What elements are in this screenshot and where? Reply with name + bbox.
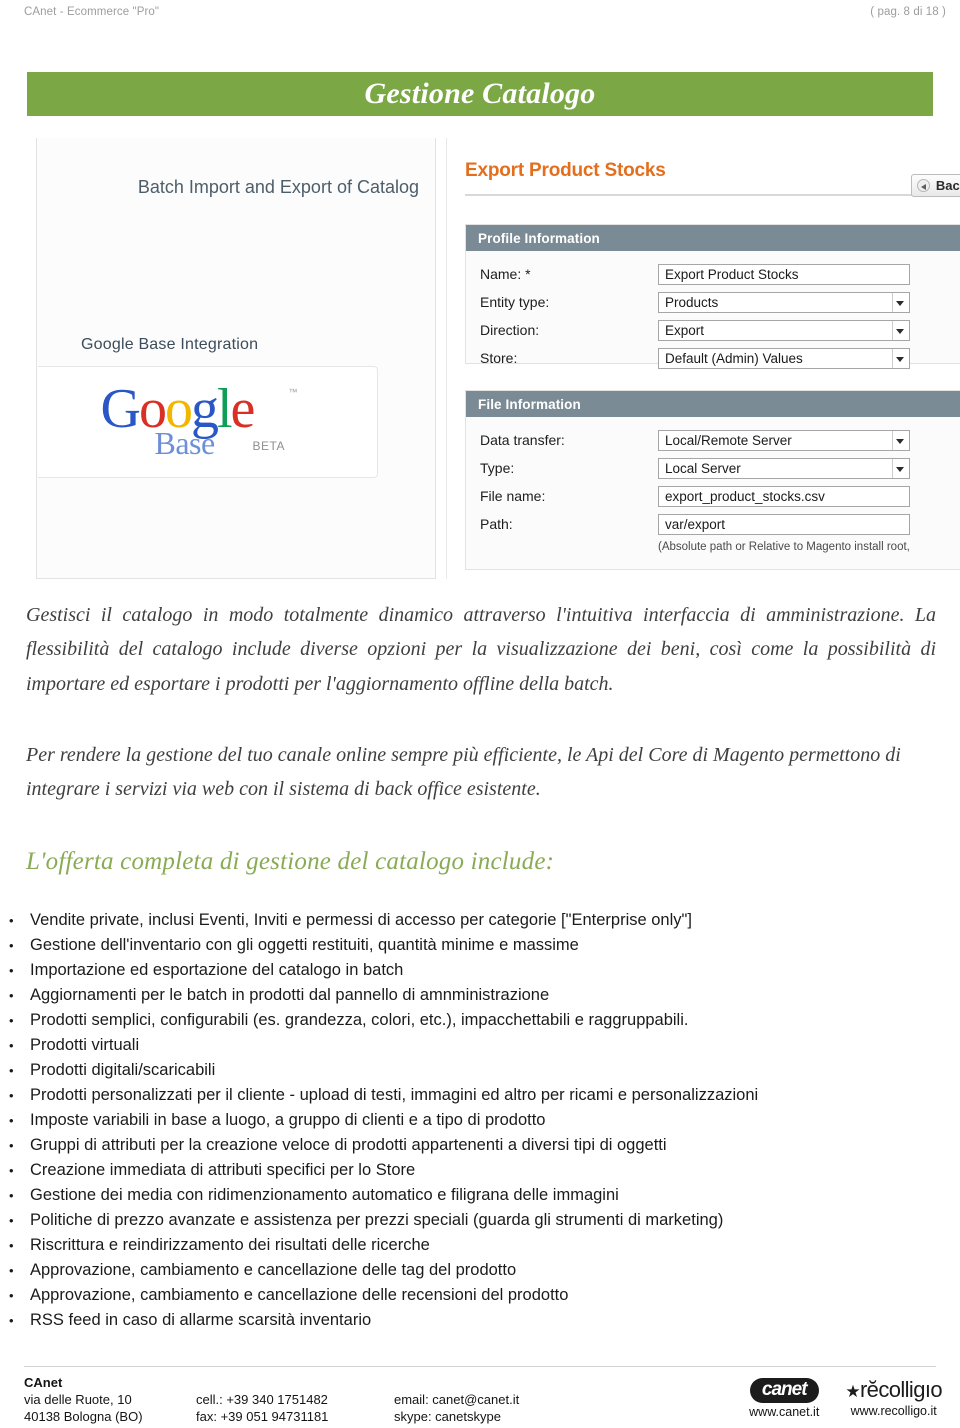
screenshot-left-panel: Batch Import and Export of Catalog Googl… bbox=[36, 138, 436, 579]
canet-logo-block[interactable]: canet www.canet.it bbox=[749, 1378, 819, 1419]
list-item: Prodotti personalizzati per il cliente -… bbox=[6, 1083, 936, 1108]
google-letter-g1: G bbox=[100, 378, 141, 440]
recolligo-website-url[interactable]: www.recolligo.it bbox=[845, 1404, 942, 1418]
select-entity-type[interactable]: Products bbox=[658, 291, 910, 313]
page-running-header: CAnet - Ecommerce "Pro" ( pag. 8 di 18 ) bbox=[0, 6, 960, 26]
list-item: Riscrittura e reindirizzamento dei risul… bbox=[6, 1233, 936, 1258]
field-row-path: Path: var/export bbox=[466, 510, 960, 538]
magento-page-header: Export Product Stocks Back bbox=[465, 160, 960, 202]
list-item: Vendite private, inclusi Eventi, Inviti … bbox=[6, 908, 936, 933]
footer-email: email: canet@canet.it bbox=[394, 1392, 520, 1407]
star-icon: ★ bbox=[845, 1382, 860, 1401]
recolligo-wordmark: rĕcolligıo bbox=[859, 1377, 943, 1402]
file-information-panel: File Information Data transfer: Local/Re… bbox=[465, 390, 960, 570]
field-row-store: Store: Default (Admin) Values bbox=[466, 344, 960, 372]
field-row-name: Name: * Export Product Stocks bbox=[466, 260, 960, 288]
list-item: Prodotti semplici, configurabili (es. gr… bbox=[6, 1008, 936, 1033]
footer-divider bbox=[24, 1366, 936, 1367]
label-name: Name: * bbox=[480, 266, 531, 282]
footer-address-line-1: via delle Ruote, 10 bbox=[24, 1392, 132, 1407]
list-item: Prodotti digitali/scaricabili bbox=[6, 1058, 936, 1083]
list-item: Gestione dell'inventario con gli oggetti… bbox=[6, 933, 936, 958]
list-item: Approvazione, cambiamento e cancellazion… bbox=[6, 1283, 936, 1308]
magento-page-title: Export Product Stocks bbox=[465, 160, 666, 181]
footer-skype: skype: canetskype bbox=[394, 1409, 501, 1424]
recolligo-logo: ★rĕcolligıo bbox=[845, 1377, 943, 1402]
page-title: Gestione Catalogo bbox=[364, 77, 596, 110]
list-item: Prodotti virtuali bbox=[6, 1033, 936, 1058]
label-path: Path: bbox=[480, 516, 513, 532]
header-page-number: ( pag. 8 di 18 ) bbox=[870, 6, 946, 18]
label-data-transfer: Data transfer: bbox=[480, 432, 565, 448]
select-direction[interactable]: Export bbox=[658, 319, 910, 341]
input-name[interactable]: Export Product Stocks bbox=[658, 263, 910, 285]
select-type[interactable]: Local Server bbox=[658, 457, 910, 479]
select-data-transfer[interactable]: Local/Remote Server bbox=[658, 429, 910, 451]
list-item: Gruppi di attributi per la creazione vel… bbox=[6, 1133, 936, 1158]
profile-information-panel: Profile Information Name: * Export Produ… bbox=[465, 224, 960, 369]
header-divider bbox=[465, 194, 960, 196]
caption-google-base-integration: Google Base Integration bbox=[81, 336, 259, 353]
google-base-logo: Google Base BETA ™ bbox=[93, 379, 323, 465]
google-letter-l: l bbox=[216, 378, 233, 440]
intro-paragraph-1: Gestisci il catalogo in modo totalmente … bbox=[26, 604, 936, 695]
page-footer: CAnet via delle Ruote, 10 40138 Bologna … bbox=[24, 1374, 943, 1428]
google-letter-e: e bbox=[230, 378, 256, 440]
google-base-word: Base bbox=[154, 425, 216, 461]
select-store[interactable]: Default (Admin) Values bbox=[658, 347, 910, 369]
profile-panel-body: Name: * Export Product Stocks Entity typ… bbox=[466, 251, 960, 372]
file-panel-body: Data transfer: Local/Remote Server Type:… bbox=[466, 417, 960, 553]
screenshot-right-panel: Export Product Stocks Back Profile Infor… bbox=[446, 138, 960, 579]
footer-logos: canet www.canet.it ★rĕcolligıo www.recol… bbox=[749, 1374, 942, 1419]
footer-contact-block: email: canet@canet.it skype: canetskype bbox=[394, 1374, 604, 1425]
features-heading: L'offerta completa di gestione del catal… bbox=[26, 848, 555, 875]
field-row-file-name: File name: export_product_stocks.csv bbox=[466, 482, 960, 510]
features-bullet-list: Vendite private, inclusi Eventi, Inviti … bbox=[6, 908, 936, 1333]
footer-fax: fax: +39 051 94731181 bbox=[196, 1409, 329, 1424]
list-item: Gestione dei media con ridimenzionamento… bbox=[6, 1183, 936, 1208]
google-base-logo-card: Google Base BETA ™ bbox=[38, 366, 378, 478]
list-item: Importazione ed esportazione del catalog… bbox=[6, 958, 936, 983]
beta-badge: BETA bbox=[252, 439, 285, 453]
field-row-data-transfer: Data transfer: Local/Remote Server bbox=[466, 426, 960, 454]
list-item: Approvazione, cambiamento e cancellazion… bbox=[6, 1258, 936, 1283]
input-file-name[interactable]: export_product_stocks.csv bbox=[658, 485, 910, 507]
file-panel-heading: File Information bbox=[466, 391, 960, 417]
footer-company-block: CAnet via delle Ruote, 10 40138 Bologna … bbox=[24, 1374, 196, 1425]
caption-batch-import-export: Batch Import and Export of Catalog bbox=[137, 177, 419, 197]
list-item: Imposte variabili in base a luogo, a gru… bbox=[6, 1108, 936, 1133]
field-row-entity-type: Entity type: Products bbox=[466, 288, 960, 316]
field-row-type: Type: Local Server bbox=[466, 454, 960, 482]
label-store: Store: bbox=[480, 350, 518, 366]
label-type: Type: bbox=[480, 460, 515, 476]
intro-paragraph-2: Per rendere la gestione del tuo canale o… bbox=[26, 744, 901, 801]
canet-logo: canet bbox=[749, 1378, 819, 1403]
footer-cell-phone: cell.: +39 340 1751482 bbox=[196, 1392, 328, 1407]
field-row-direction: Direction: Export bbox=[466, 316, 960, 344]
embedded-screenshot: Batch Import and Export of Catalog Googl… bbox=[36, 138, 960, 579]
profile-panel-heading: Profile Information bbox=[466, 225, 960, 251]
footer-phone-block: cell.: +39 340 1751482 fax: +39 051 9473… bbox=[196, 1374, 394, 1425]
input-path[interactable]: var/export bbox=[658, 513, 910, 535]
footer-company-name: CAnet bbox=[24, 1375, 63, 1390]
list-item: Politiche di prezzo avanzate e assistenz… bbox=[6, 1208, 936, 1233]
back-button[interactable]: Back bbox=[910, 174, 960, 197]
label-file-name: File name: bbox=[480, 488, 546, 504]
recolligo-logo-block[interactable]: ★rĕcolligıo www.recolligo.it bbox=[845, 1377, 943, 1418]
canet-website-url[interactable]: www.canet.it bbox=[749, 1405, 819, 1419]
label-direction: Direction: bbox=[480, 322, 540, 338]
list-item: RSS feed in caso di allarme scarsità inv… bbox=[6, 1308, 936, 1333]
back-arrow-icon bbox=[916, 179, 930, 192]
path-hint-text: (Absolute path or Relative to Magento in… bbox=[658, 541, 910, 553]
list-item: Aggiornamenti per le batch in prodotti d… bbox=[6, 983, 936, 1008]
footer-address-line-2: 40138 Bologna (BO) bbox=[24, 1409, 143, 1424]
section-title-banner: Gestione Catalogo bbox=[27, 72, 933, 116]
header-document-title: CAnet - Ecommerce "Pro" bbox=[24, 6, 160, 18]
label-entity-type: Entity type: bbox=[480, 294, 550, 310]
trademark-icon: ™ bbox=[288, 387, 298, 397]
list-item: Creazione immediata di attributi specifi… bbox=[6, 1158, 936, 1183]
back-button-label: Back bbox=[935, 178, 960, 193]
